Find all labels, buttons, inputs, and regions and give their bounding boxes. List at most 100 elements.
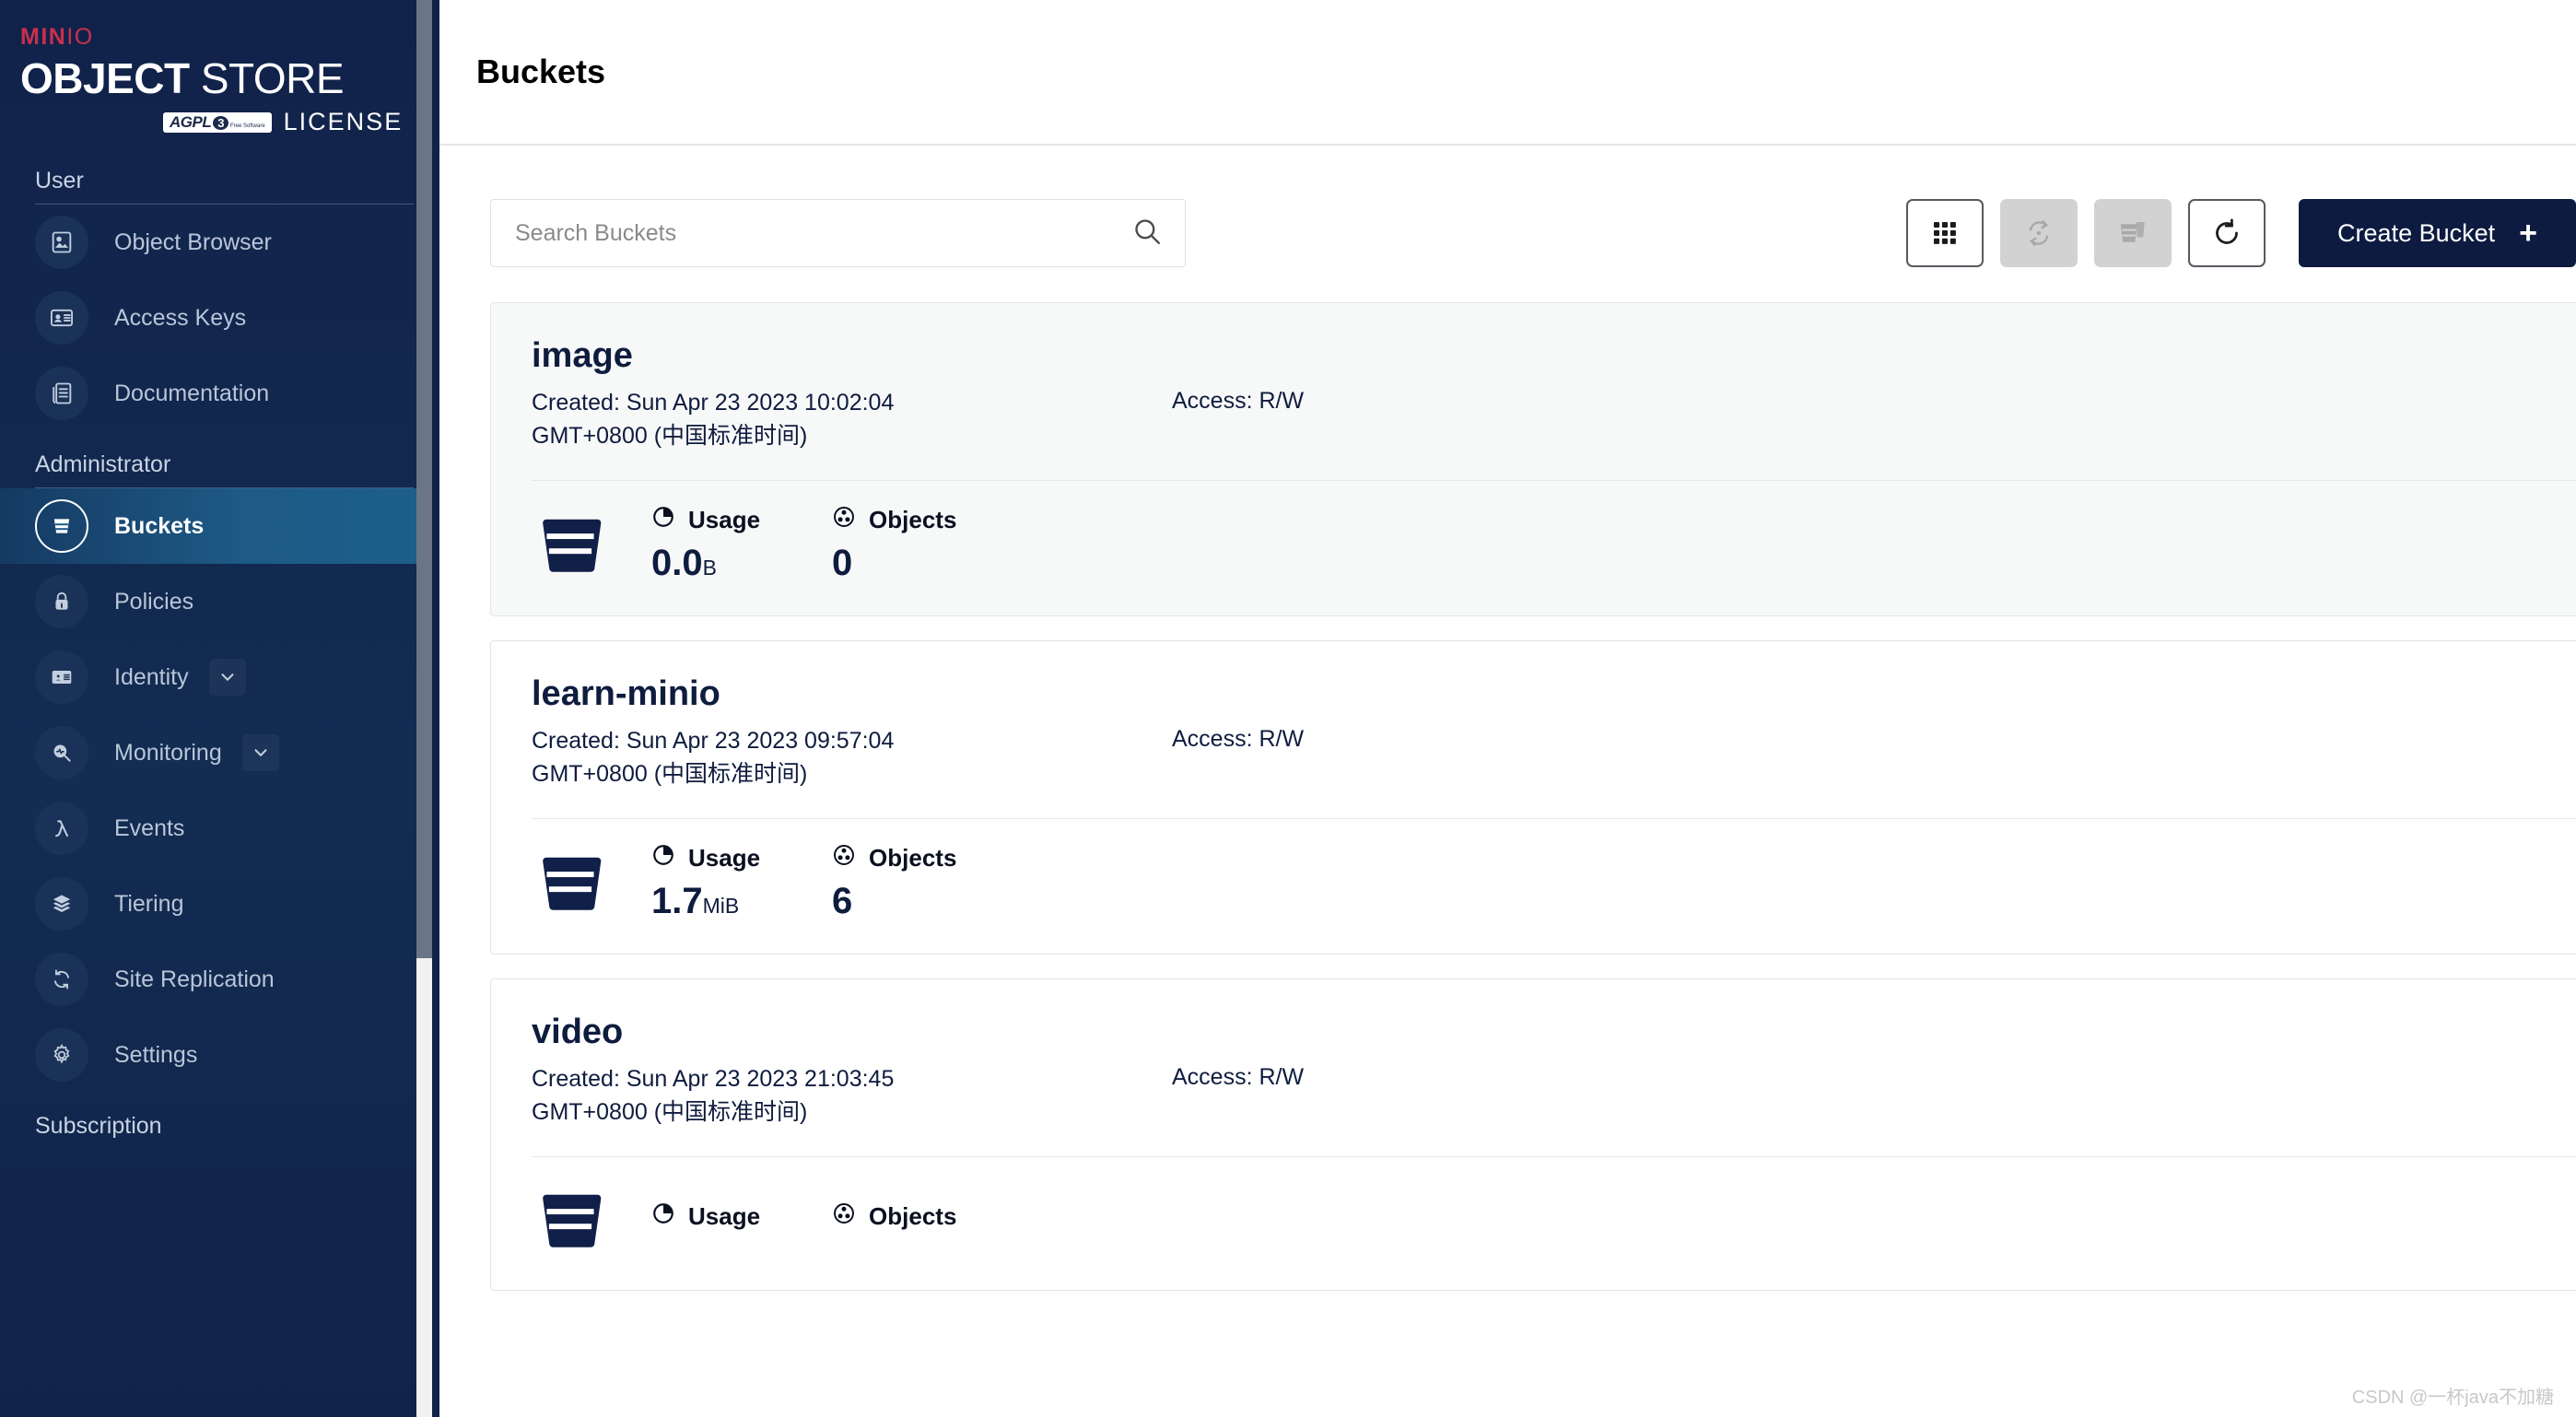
usage-stat: Usage 0.0B (651, 505, 760, 584)
objects-value: 0 (832, 543, 853, 583)
agpl-subtext: Free Software (229, 123, 265, 129)
gear-icon (35, 1028, 88, 1082)
chevron-down-icon[interactable] (241, 734, 279, 771)
objects-stat: Objects 6 (832, 843, 956, 922)
create-bucket-button[interactable]: Create Bucket + (2299, 199, 2576, 267)
sidebar-item-label: Settings (114, 1041, 198, 1068)
sidebar-item-label: Site Replication (114, 966, 275, 992)
objects-head: Objects (832, 843, 956, 873)
bucket-stats: Usage 1.7MiB Objects 6 (532, 819, 2576, 922)
sidebar-item-object-browser[interactable]: Object Browser (0, 205, 439, 280)
sidebar-right-edge (432, 0, 439, 1417)
objects-head: Objects (832, 505, 956, 535)
sidebar-scrollbar-thumb[interactable] (416, 0, 432, 958)
objects-label: Objects (869, 1201, 957, 1230)
monitoring-icon (35, 726, 88, 779)
sidebar-item-tiering[interactable]: Tiering (0, 866, 439, 942)
search-icon[interactable] (1131, 216, 1163, 252)
chevron-down-icon[interactable] (208, 659, 246, 696)
sidebar-item-settings[interactable]: Settings (0, 1017, 439, 1093)
create-bucket-label: Create Bucket (2337, 218, 2496, 247)
lambda-icon (35, 802, 88, 855)
sidebar-item-site-replication[interactable]: Site Replication (0, 942, 439, 1017)
delete-buckets-button (2094, 199, 2172, 267)
bucket-name: video (532, 1013, 624, 1051)
bucket-glyph-icon (532, 1181, 609, 1259)
sidebar-item-access-keys[interactable]: Access Keys (0, 280, 439, 356)
usage-head: Usage (651, 1201, 760, 1232)
bucket-meta: Created: Sun Apr 23 2023 21:03:45 GMT+08… (532, 1063, 2576, 1129)
title-light: STORE (200, 54, 345, 102)
agpl-badge-icon: AGPL 3 Free Software (163, 111, 272, 133)
usage-label: Usage (688, 506, 761, 533)
objects-stat: Objects (832, 1201, 956, 1239)
usage-stat: Usage (651, 1201, 760, 1239)
search-input[interactable] (515, 219, 1131, 247)
sidebar-item-events[interactable]: Events (0, 790, 439, 866)
bucket-name: image (532, 336, 633, 375)
objects-cluster-icon (832, 843, 856, 873)
sidebar-item-label: Access Keys (114, 304, 247, 331)
bucket-access: Access: R/W (1172, 726, 1305, 752)
sidebar-item-label: Tiering (114, 890, 184, 917)
minio-wordmark: MINIO (20, 26, 439, 49)
objects-label: Objects (869, 506, 957, 533)
section-header-subscription: Subscription (35, 1113, 162, 1139)
sidebar-item-buckets[interactable]: Buckets (0, 488, 439, 564)
usage-head: Usage (651, 505, 760, 535)
brand-logo: MINIO OBJECT STORE AGPL 3 Free Software L… (0, 0, 439, 147)
usage-head: Usage (651, 843, 760, 873)
usage-value: 0.0B (651, 543, 760, 584)
documentation-icon (35, 367, 88, 420)
minio-console: MINIO OBJECT STORE AGPL 3 Free Software L… (0, 0, 2576, 1417)
usage-unit: B (702, 556, 717, 580)
usage-stat: Usage 1.7MiB (651, 843, 760, 922)
buckets-list: image Created: Sun Apr 23 2023 10:02:04 … (439, 267, 2576, 1291)
sidebar-item-monitoring[interactable]: Monitoring (0, 715, 439, 790)
pie-chart-icon (651, 505, 675, 535)
bucket-card[interactable]: learn-minio Created: Sun Apr 23 2023 09:… (490, 640, 2576, 954)
brand-suffix: IO (66, 24, 94, 50)
bucket-created: Created: Sun Apr 23 2023 10:02:04 GMT+08… (532, 387, 1140, 452)
bucket-card[interactable]: video Created: Sun Apr 23 2023 21:03:45 … (490, 978, 2576, 1291)
agpl-version: 3 (213, 115, 228, 130)
objects-head: Objects (832, 1201, 956, 1232)
license-label: LICENSE (283, 108, 404, 135)
replication-button (2000, 199, 2078, 267)
plus-icon: + (2519, 216, 2537, 251)
access-keys-icon (35, 291, 88, 345)
watermark: CSDN @一杯java不加糖 (2351, 1388, 2554, 1408)
bucket-card[interactable]: image Created: Sun Apr 23 2023 10:02:04 … (490, 302, 2576, 616)
replication-icon (35, 953, 88, 1006)
objects-value: 6 (832, 881, 853, 921)
sidebar-item-policies[interactable]: Policies (0, 564, 439, 639)
section-header-administrator: Administrator (35, 451, 171, 477)
buckets-panel: Create Bucket + image Created: Sun Apr 2… (439, 146, 2576, 1291)
identity-icon (35, 650, 88, 704)
bucket-stats: Usage Objects (532, 1157, 2576, 1259)
objects-cluster-icon (832, 505, 856, 535)
grid-view-button[interactable] (1906, 199, 1985, 267)
refresh-button[interactable] (2188, 199, 2266, 267)
title-bold: OBJECT (20, 54, 190, 102)
objects-label: Objects (869, 844, 957, 872)
bucket-created-line2: GMT+0800 (中国标准时间) (532, 422, 808, 449)
bucket-created-line1: Created: Sun Apr 23 2023 10:02:04 (532, 390, 895, 416)
sidebar-item-label: Events (114, 814, 185, 841)
bucket-name: learn-minio (532, 674, 720, 713)
sidebar-item-documentation[interactable]: Documentation (0, 356, 439, 431)
object-store-title: OBJECT STORE (20, 57, 439, 100)
brand-prefix: MIN (20, 24, 67, 50)
search-buckets-field[interactable] (490, 199, 1186, 267)
toolbar-actions: Create Bucket + (1906, 199, 2576, 267)
lock-icon (35, 575, 88, 628)
sidebar-item-identity[interactable]: Identity (0, 639, 439, 715)
bucket-access: Access: R/W (1172, 388, 1305, 414)
objects-cluster-icon (832, 1201, 856, 1232)
sidebar-item-label: Policies (114, 588, 194, 615)
bucket-access: Access: R/W (1172, 1064, 1305, 1090)
bucket-created-line2: GMT+0800 (中国标准时间) (532, 1098, 808, 1125)
sidebar-item-label: Identity (114, 663, 189, 690)
usage-unit: MiB (702, 894, 740, 918)
usage-label: Usage (688, 1201, 761, 1230)
